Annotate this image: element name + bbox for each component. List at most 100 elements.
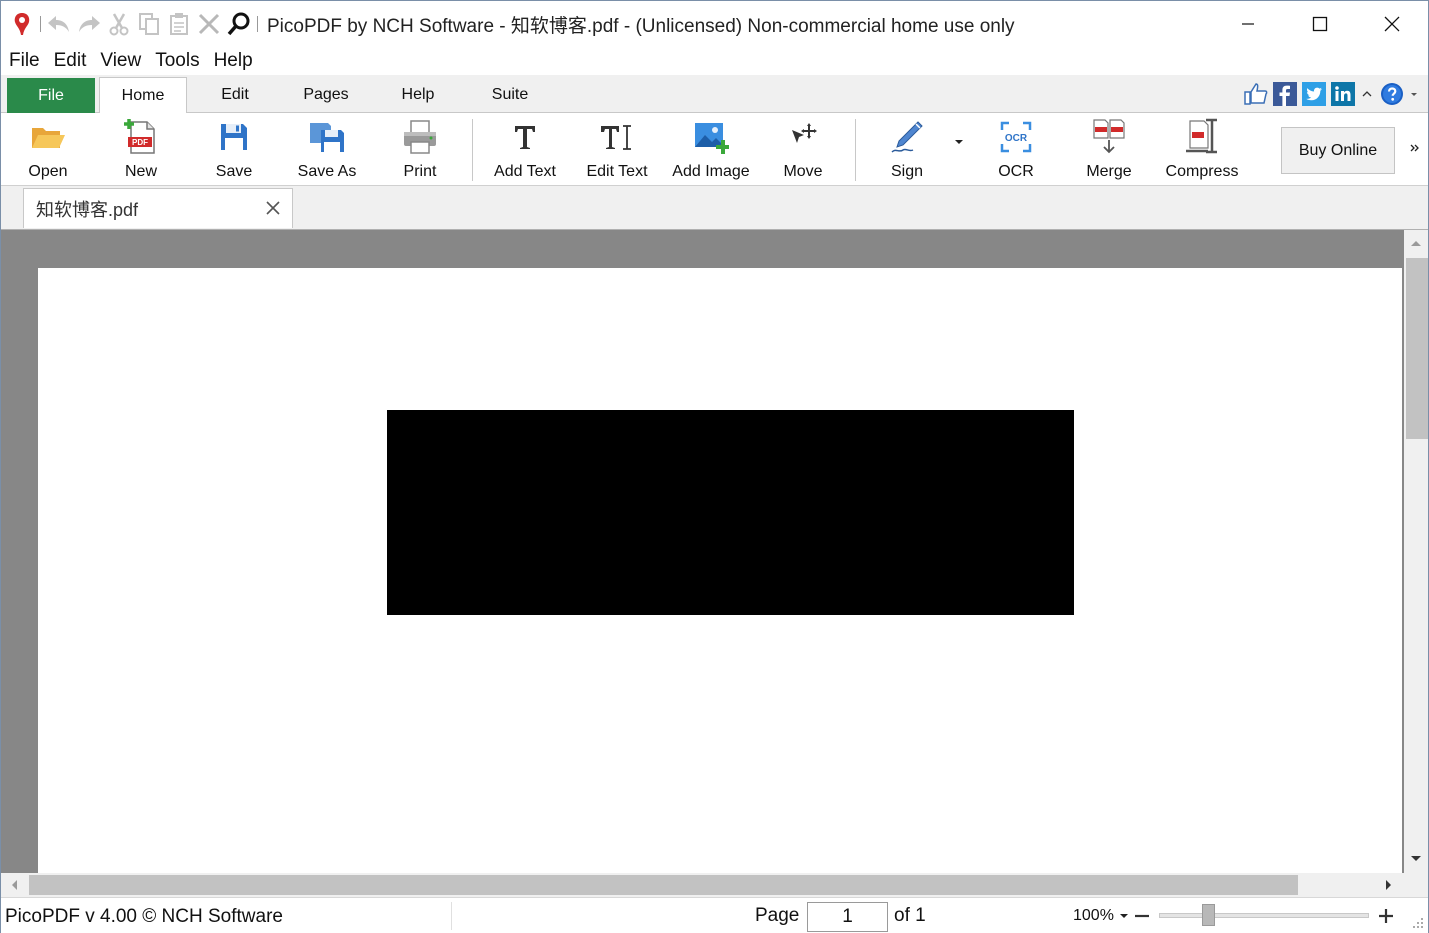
close-icon[interactable] <box>1356 1 1428 47</box>
document-tab[interactable]: 知软博客.pdf <box>23 188 293 228</box>
document-tab-label: 知软博客.pdf <box>36 199 139 220</box>
save-as-button[interactable]: Save As <box>292 117 362 183</box>
app-logo-icon[interactable] <box>7 9 37 39</box>
tab-suite[interactable]: Suite <box>466 77 554 113</box>
status-bar: PicoPDF v 4.00 © NCH Software Page of 1 … <box>1 897 1428 933</box>
text-t-icon <box>505 117 545 157</box>
move-label: Move <box>783 163 823 180</box>
chevron-double-right-icon <box>1410 144 1419 152</box>
quick-access-toolbar <box>1 1 261 47</box>
pen-sign-icon <box>887 117 927 157</box>
copy-icon[interactable] <box>134 9 164 39</box>
menu-view[interactable]: View <box>100 50 141 72</box>
scroll-right-icon[interactable] <box>1382 878 1396 892</box>
save-as-label: Save As <box>297 163 357 180</box>
delete-icon[interactable] <box>194 9 224 39</box>
save-icon <box>214 117 254 157</box>
merge-pdf-icon <box>1089 117 1129 157</box>
ribbon-toolbar: Open PDF New Save Save As Print Add Text… <box>1 113 1428 186</box>
version-text: PicoPDF v 4.00 © NCH Software <box>5 906 283 927</box>
ocr-badge: OCR <box>1005 133 1028 144</box>
merge-button[interactable]: Merge <box>1079 117 1139 183</box>
search-icon[interactable] <box>224 9 254 39</box>
scroll-up-icon[interactable] <box>1409 236 1423 250</box>
options-dropdown-icon[interactable] <box>1408 81 1420 106</box>
document-tab-strip: 知软博客.pdf <box>1 186 1428 230</box>
linkedin-icon[interactable] <box>1330 81 1355 106</box>
cut-icon[interactable] <box>104 9 134 39</box>
sign-dropdown[interactable] <box>949 137 969 157</box>
edit-text-icon <box>597 117 637 157</box>
sign-label: Sign <box>890 163 924 180</box>
vertical-scroll-thumb[interactable] <box>1406 258 1428 439</box>
zoom-dropdown-icon[interactable] <box>1119 911 1129 921</box>
chevron-down-icon <box>955 140 963 144</box>
edit-text-label: Edit Text <box>586 163 648 180</box>
tab-home[interactable]: Home <box>99 77 187 114</box>
thumbs-up-icon[interactable] <box>1243 81 1268 106</box>
print-button[interactable]: Print <box>390 117 450 183</box>
new-button[interactable]: PDF New <box>111 117 171 183</box>
menu-tools[interactable]: Tools <box>155 50 199 72</box>
resize-grip-icon[interactable] <box>1411 916 1425 930</box>
folder-open-icon <box>28 117 68 157</box>
paste-icon[interactable] <box>164 9 194 39</box>
help-icon[interactable] <box>1379 81 1404 106</box>
redo-icon[interactable] <box>74 9 104 39</box>
toolbar-separator <box>855 119 856 181</box>
document-viewer[interactable] <box>1 230 1404 873</box>
close-tab-icon[interactable] <box>264 199 282 217</box>
page-number-input[interactable] <box>807 902 888 932</box>
ocr-button[interactable]: OCR OCR <box>986 117 1046 183</box>
printer-icon <box>400 117 440 157</box>
tab-help[interactable]: Help <box>374 77 462 113</box>
zoom-out-icon[interactable] <box>1133 907 1151 925</box>
tab-file[interactable]: File <box>7 78 95 113</box>
add-text-button[interactable]: Add Text <box>489 117 561 183</box>
page-count: of 1 <box>894 905 926 926</box>
vertical-scrollbar[interactable] <box>1404 230 1428 873</box>
edit-text-button[interactable]: Edit Text <box>581 117 653 183</box>
minimize-icon[interactable] <box>1212 1 1284 47</box>
save-button[interactable]: Save <box>204 117 264 183</box>
buy-online-button[interactable]: Buy Online <box>1281 127 1395 174</box>
add-image-icon <box>691 117 731 157</box>
menu-help[interactable]: Help <box>214 50 253 72</box>
zoom-in-icon[interactable] <box>1377 907 1395 925</box>
merge-label: Merge <box>1086 163 1132 180</box>
move-button[interactable]: Move <box>773 117 833 183</box>
menu-edit[interactable]: Edit <box>54 50 87 72</box>
twitter-icon[interactable] <box>1301 81 1326 106</box>
maximize-icon[interactable] <box>1284 1 1356 47</box>
zoom-slider-handle[interactable] <box>1201 904 1215 926</box>
compress-label: Compress <box>1165 163 1239 180</box>
undo-icon[interactable] <box>44 9 74 39</box>
open-button[interactable]: Open <box>17 117 79 183</box>
menu-file[interactable]: File <box>9 50 40 72</box>
qat-separator <box>40 16 41 32</box>
sign-button[interactable]: Sign <box>877 117 937 183</box>
tab-edit[interactable]: Edit <box>191 77 279 113</box>
qat-separator <box>257 16 258 32</box>
add-image-label: Add Image <box>672 163 750 180</box>
add-image-button[interactable]: Add Image <box>667 117 755 183</box>
zoom-slider[interactable] <box>1159 913 1369 918</box>
window-controls <box>1212 1 1428 47</box>
collapse-ribbon-icon[interactable] <box>1359 81 1375 106</box>
save-as-icon <box>307 117 347 157</box>
zoom-level[interactable]: 100% <box>1073 907 1114 925</box>
horizontal-scrollbar[interactable] <box>1 873 1404 897</box>
scroll-left-icon[interactable] <box>7 878 21 892</box>
social-links <box>1239 81 1420 106</box>
horizontal-scroll-thumb[interactable] <box>29 875 1298 895</box>
ribbon-overflow-button[interactable] <box>1409 141 1421 157</box>
scrollbar-corner <box>1404 873 1428 897</box>
compress-pdf-icon <box>1182 117 1222 157</box>
tab-pages[interactable]: Pages <box>282 77 370 113</box>
pdf-page[interactable] <box>38 268 1402 873</box>
scroll-down-icon[interactable] <box>1409 852 1423 866</box>
facebook-icon[interactable] <box>1272 81 1297 106</box>
compress-button[interactable]: Compress <box>1162 117 1242 183</box>
ocr-label: OCR <box>998 163 1034 180</box>
ocr-scan-icon: OCR <box>996 117 1036 157</box>
